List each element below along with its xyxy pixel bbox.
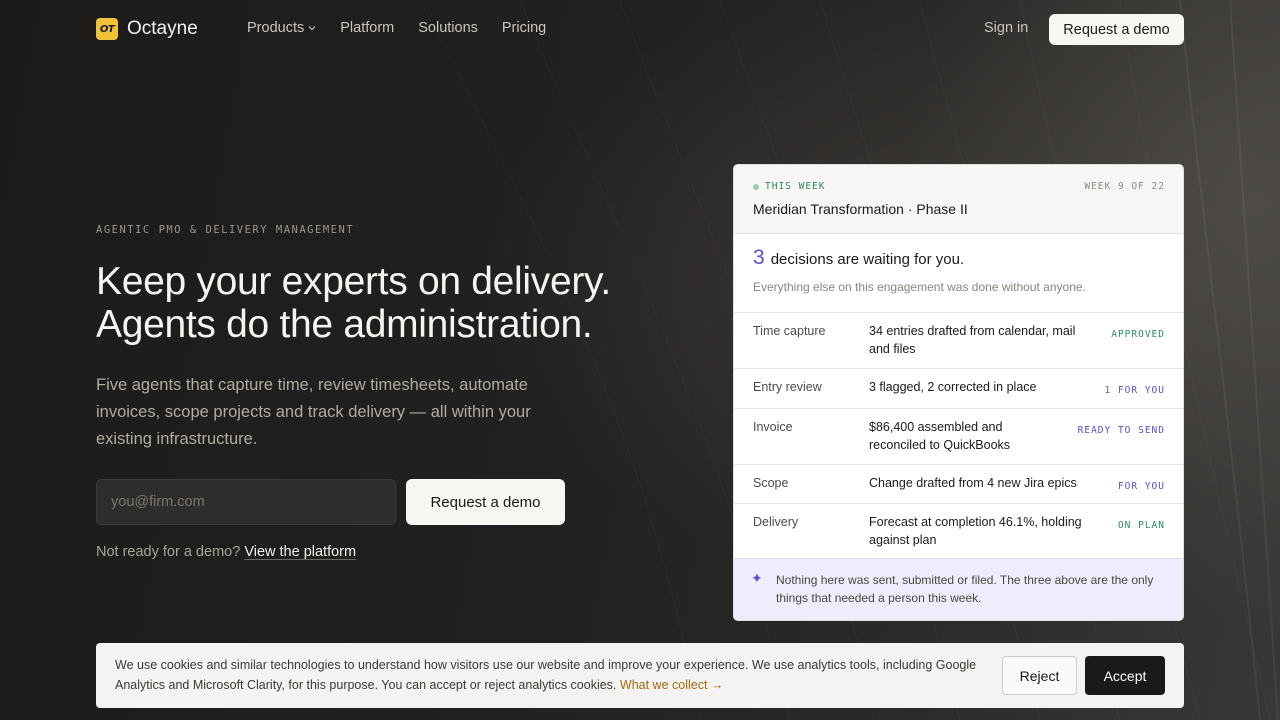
week-counter: WEEK 9 OF 22: [1084, 181, 1165, 192]
agent-row-invoice[interactable]: Invoice $86,400 assembled and reconciled…: [734, 409, 1183, 465]
status-badge: APPROVED: [1111, 329, 1165, 340]
nav-links: Products Platform Solutions Pricing: [247, 20, 546, 36]
status-badge: 1 FOR YOU: [1104, 385, 1165, 396]
nav-item-products[interactable]: Products: [247, 20, 316, 36]
sparkle-icon: ✦: [751, 571, 763, 587]
decisions-subtext: Everything else on this engagement was d…: [753, 280, 1086, 294]
row-label: Invoice: [753, 420, 793, 434]
decisions-text: decisions are waiting for you.: [770, 251, 965, 268]
headline-line-1: Keep your experts on delivery.: [96, 260, 611, 303]
agent-row-scope[interactable]: Scope Change drafted from 4 new Jira epi…: [734, 465, 1183, 504]
sign-in-link[interactable]: Sign in: [984, 20, 1028, 36]
status-badge: FOR YOU: [1117, 481, 1165, 492]
this-week-tag: THIS WEEK: [753, 181, 825, 192]
not-ready-label: Not ready for a demo?: [96, 544, 241, 560]
decisions-headline: 3 decisions are waiting for you.: [753, 246, 964, 270]
agent-row-entry-review[interactable]: Entry review 3 flagged, 2 corrected in p…: [734, 369, 1183, 409]
row-text: 3 flagged, 2 corrected in place: [869, 380, 1037, 394]
headline-line-2: Agents do the administration.: [96, 303, 593, 346]
row-text: 34 entries drafted from calendar, mail a…: [869, 324, 1076, 356]
agent-row-delivery[interactable]: Delivery Forecast at completion 46.1%, h…: [734, 504, 1183, 560]
brand-name: Octayne: [127, 18, 198, 39]
engagement-title: Meridian Transformation · Phase II: [753, 201, 968, 217]
view-platform-link[interactable]: View the platform: [244, 544, 356, 560]
hero-headline: Keep your experts on delivery. Agents do…: [96, 260, 696, 346]
nav-request-demo-button[interactable]: Request a demo: [1049, 14, 1184, 45]
card-footer-note: ✦ Nothing here was sent, submitted or fi…: [734, 558, 1183, 620]
cookie-message: We use cookies and similar technologies …: [115, 656, 985, 695]
status-dot-icon: [753, 183, 759, 190]
nav-item-pricing[interactable]: Pricing: [502, 20, 546, 36]
reject-cookies-button[interactable]: Reject: [1002, 656, 1077, 695]
hero-request-demo-button[interactable]: Request a demo: [406, 479, 565, 525]
brand-logo[interactable]: OT Octayne: [96, 18, 198, 40]
row-text: Change drafted from 4 new Jira epics: [869, 476, 1077, 490]
nav-item-platform[interactable]: Platform: [340, 20, 394, 36]
row-label: Scope: [753, 476, 789, 490]
hero-subcopy: Five agents that capture time, review ti…: [96, 376, 531, 448]
row-label: Delivery: [753, 515, 799, 529]
what-we-collect-link[interactable]: What we collect →: [620, 678, 724, 692]
decisions-section: 3 decisions are waiting for you. Everyth…: [734, 234, 1183, 313]
row-text: $86,400 assembled and reconciled to Quic…: [869, 420, 1011, 452]
footer-note-text: Nothing here was sent, submitted or file…: [776, 573, 1154, 605]
cookie-banner: We use cookies and similar technologies …: [96, 643, 1184, 708]
status-badge: ON PLAN: [1117, 520, 1165, 531]
chevron-down-icon: [308, 26, 316, 31]
decisions-count: 3: [753, 246, 765, 269]
logo-mark-icon: OT: [96, 18, 118, 40]
hero-eyebrow: AGENTIC PMO & DELIVERY MANAGEMENT: [96, 224, 355, 236]
not-ready-text: Not ready for a demo? View the platform: [96, 544, 356, 560]
row-label: Time capture: [753, 324, 826, 338]
this-week-label: THIS WEEK: [765, 181, 826, 192]
email-input[interactable]: [96, 479, 396, 525]
weekly-summary-card: THIS WEEK WEEK 9 OF 22 Meridian Transfor…: [733, 164, 1184, 621]
nav-item-label: Products: [247, 20, 305, 36]
row-text: Forecast at completion 46.1%, holding ag…: [869, 515, 1082, 547]
nav-item-solutions[interactable]: Solutions: [418, 20, 478, 36]
top-navigation: OT Octayne Products Platform Solutions P…: [0, 0, 1280, 60]
row-label: Entry review: [753, 380, 822, 394]
cookie-text: We use cookies and similar technologies …: [115, 658, 977, 692]
accept-cookies-button[interactable]: Accept: [1085, 656, 1165, 695]
agent-row-time-capture[interactable]: Time capture 34 entries drafted from cal…: [734, 313, 1183, 369]
card-header: THIS WEEK WEEK 9 OF 22 Meridian Transfor…: [734, 165, 1183, 234]
status-badge: READY TO SEND: [1077, 425, 1165, 436]
